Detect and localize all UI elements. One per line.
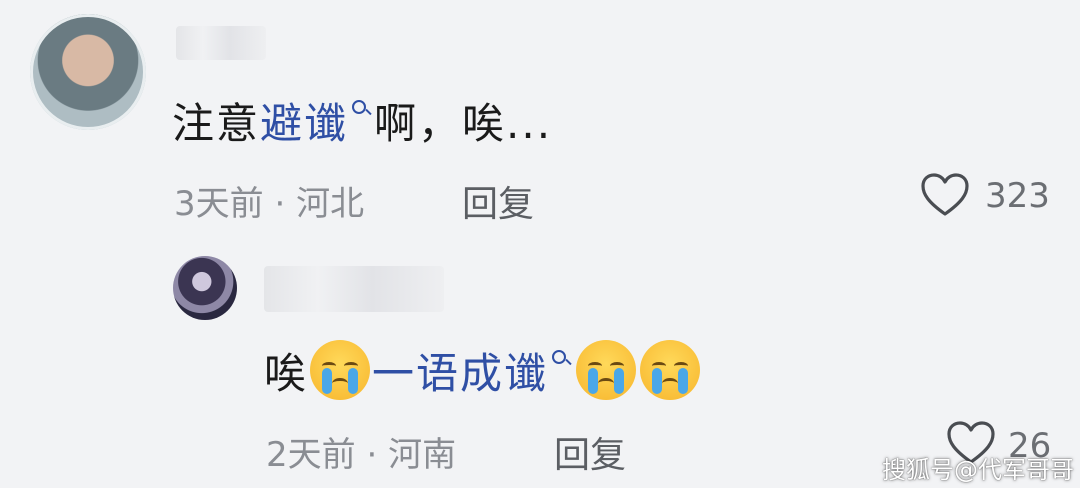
comment-text-part: 啊，唉...	[374, 99, 553, 148]
crying-emoji	[640, 340, 701, 400]
username-redacted[interactable]	[176, 26, 266, 60]
comment-time: 2天前	[266, 435, 356, 475]
comment-text-part: 注意	[172, 99, 261, 148]
search-link[interactable]: 避谶	[260, 99, 348, 148]
comment-text-part: 唉	[264, 349, 309, 398]
comment-text: 注意避谶 啊，唉...	[172, 90, 552, 151]
comment-text: 唉 一语成谶	[264, 340, 702, 401]
reply-button[interactable]: 回复	[462, 175, 534, 227]
meta-separator: ·	[274, 184, 286, 224]
heart-icon[interactable]	[920, 172, 970, 218]
username-redacted[interactable]	[264, 266, 444, 312]
meta-separator: ·	[366, 435, 378, 475]
watermark: 搜狐号@代军哥哥	[882, 456, 1074, 484]
search-icon[interactable]	[350, 98, 372, 120]
comment-meta: 2天前 · 河南	[266, 427, 456, 476]
crying-emoji	[576, 340, 637, 400]
avatar[interactable]	[30, 14, 146, 130]
avatar[interactable]	[173, 256, 237, 320]
comment-location: 河北	[296, 184, 365, 224]
reply-button[interactable]: 回复	[554, 426, 626, 478]
crying-emoji	[310, 340, 371, 400]
search-icon[interactable]	[550, 348, 572, 370]
comment-time: 3天前	[174, 184, 264, 224]
search-link[interactable]: 一语成谶	[372, 349, 548, 398]
comment-location: 河南	[388, 435, 457, 475]
like-count: 323	[985, 176, 1050, 216]
comment-meta: 3天前 · 河北	[174, 176, 364, 225]
